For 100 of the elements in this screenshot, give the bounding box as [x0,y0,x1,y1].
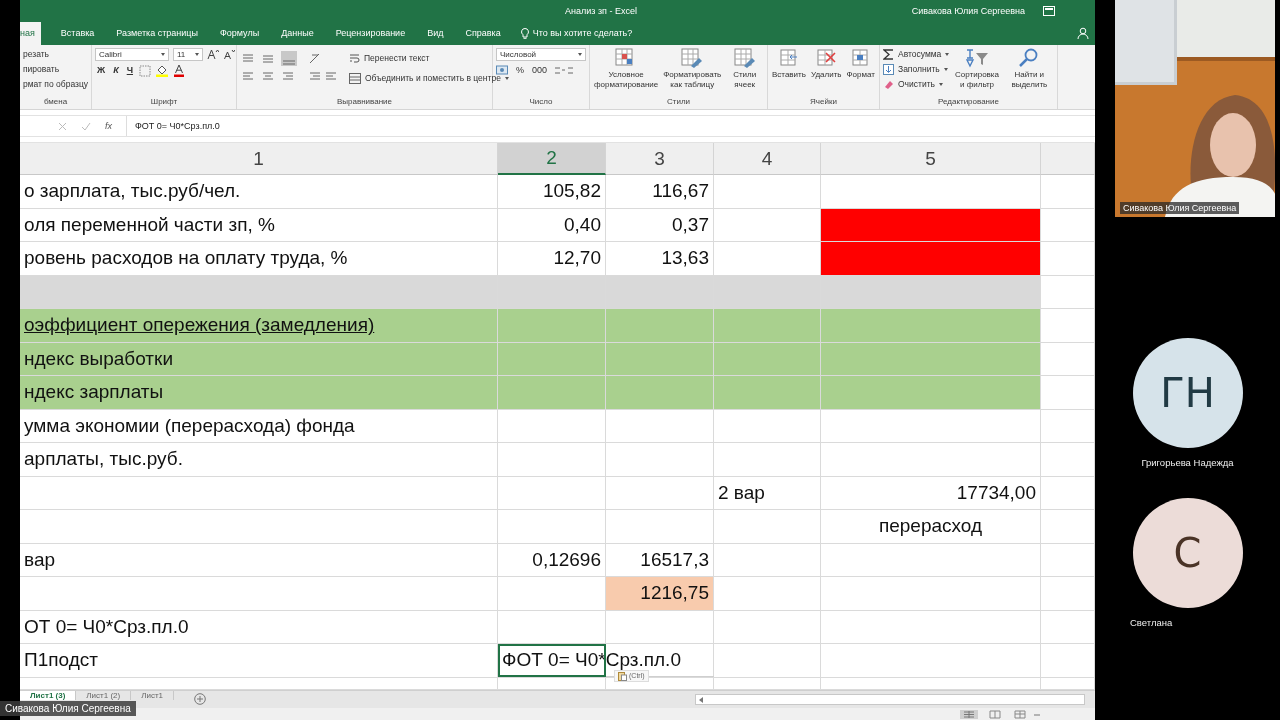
editing-command[interactable]: Очистить [898,78,943,90]
group-label: Выравнивание [336,96,393,108]
table-cell[interactable]: ндекс выработки [20,342,498,376]
clipboard-command[interactable]: резать [23,48,89,60]
sort-filter-icon[interactable] [965,48,989,68]
table-cell[interactable]: о зарплата, тыс.руб/чел. [20,175,498,209]
table-cell[interactable]: 0,40 [498,208,606,242]
cancel-icon[interactable] [58,121,67,131]
table-cell[interactable]: 1216,75 [606,577,714,611]
table-cell[interactable]: 0,12696 [498,543,606,577]
table-cell[interactable]: 105,82 [498,175,606,209]
user-name: Сивакова Юлия Сергеевна [911,6,1025,16]
table-cell[interactable]: 2 вар [714,476,821,510]
format-button[interactable]: Ч [124,64,135,77]
enter-icon[interactable] [81,121,91,131]
table-cell[interactable]: перерасход [821,510,1041,544]
styles-button[interactable]: Условное форматирование [593,70,660,90]
avatar-initials: ГН [1160,370,1215,416]
table-cell[interactable]: арплаты, тыс.руб. [20,443,498,477]
avatar-initials: С [1173,530,1202,576]
grid-icon[interactable] [777,48,800,68]
sheet-tab[interactable]: Лист1 (3) [20,691,77,700]
fill-color-icon[interactable] [155,64,169,77]
group-label: Шрифт [150,96,178,108]
down-arrow-icon[interactable] [883,63,894,75]
ribbon-tab[interactable]: ная [20,22,41,45]
sigma-icon[interactable] [883,48,894,60]
wrap-text-icon[interactable] [349,52,360,64]
table-cell[interactable]: 17734,00 [821,476,1041,510]
grow-font-icon[interactable] [207,49,219,60]
table-cell[interactable]: ОТ 0= Ч0*Срз.пл.0 [20,610,498,644]
lightbulb-icon[interactable] [520,28,529,39]
group-label: Число [529,96,553,108]
sheet-tab[interactable]: Лист1 [131,691,175,700]
clipboard-command[interactable]: рмат по образцу [23,78,89,90]
table-cell[interactable]: 13,63 [606,242,714,276]
font-color-icon[interactable] [173,64,185,77]
table-cell[interactable]: вар [20,543,498,577]
presenter-name-tag: Сивакова Юлия Сергеевна [0,701,136,716]
font-name-dropdown[interactable]: Calibri [95,48,169,61]
ribbon-tab[interactable]: Вставка [58,27,97,45]
cells-button[interactable]: Формат [845,70,876,80]
horizontal-scrollbar[interactable] [695,694,1085,705]
group-label: Редактирование [938,96,999,108]
clipboard-command[interactable]: пировать [23,63,89,75]
ribbon-tab[interactable]: Вид [425,27,446,45]
clipboard-icon [618,671,627,681]
view-buttons-icon[interactable] [960,709,1040,719]
column-header[interactable]: 4 [714,143,821,175]
eraser-icon[interactable] [883,78,894,90]
merge-cells-icon[interactable] [349,72,361,84]
editing-button[interactable]: Найти и выделить [1004,70,1054,90]
table-cell[interactable]: оля переменной части зп, % [20,208,498,242]
add-sheet-icon[interactable] [194,693,207,705]
editing-button[interactable]: Сортировка и фильтр [952,70,1002,90]
wrap-text-button[interactable]: Перенести текст [364,52,430,64]
ribbon-tab[interactable]: Справка [463,27,503,45]
editing-command[interactable]: Заполнить [898,63,948,75]
table-cell[interactable]: умма экономии (перерасхода) фонда [20,409,498,443]
number-format-button[interactable]: % [514,64,526,77]
table-cell[interactable]: 0,37 [606,208,714,242]
cells-button[interactable]: Вставить [771,70,807,80]
currency-icon[interactable] [496,65,510,76]
participant-name: Светлана [1130,617,1173,628]
person-icon[interactable] [1077,27,1089,39]
table-cell[interactable]: ровень расходов на оплату труда, % [20,242,498,276]
table-icon[interactable] [733,48,756,68]
formula-input[interactable]: ФОТ 0= Ч0*Срз.пл.0 [126,116,220,136]
cells-button[interactable]: Удалить [809,70,843,80]
insert-function-button[interactable]: fx [105,121,112,131]
shrink-font-icon[interactable] [223,49,235,60]
sheet-tab[interactable]: Лист1 (2) [76,691,132,700]
grid-icon[interactable] [815,48,838,68]
editing-command[interactable]: Автосумма [898,48,950,60]
ribbon-tab[interactable]: Разметка страницы [114,27,200,45]
ribbon-tab[interactable]: Рецензирование [333,27,408,45]
table-cell[interactable]: ндекс зарплаты [20,376,498,410]
column-header[interactable]: 3 [606,143,714,175]
ribbon-tab[interactable]: Формулы [217,27,262,45]
table-cell[interactable]: 12,70 [498,242,606,276]
left-arrow-icon[interactable] [698,695,704,704]
table-cell[interactable]: П1подст [20,644,498,678]
column-header[interactable]: 5 [821,143,1041,175]
styles-button[interactable]: Стили ячеек [725,70,764,90]
number-format-dropdown[interactable]: Числовой [496,48,586,61]
number-format-button[interactable]: 000 [530,64,550,77]
font-size-dropdown[interactable]: 11 [173,48,203,61]
table-icon[interactable] [681,48,704,68]
group-label: Ячейки [810,96,837,108]
column-header[interactable]: 1 [20,143,498,175]
format-button[interactable]: К [111,64,121,77]
format-button[interactable]: Ж [95,64,108,77]
ribbon-display-icon[interactable] [1043,6,1055,16]
table-cell[interactable]: оэффициент опережения (замедления) [20,309,498,343]
table-cell[interactable]: 116,67 [606,175,714,209]
styles-button[interactable]: Форматировать как таблицу [662,70,723,90]
group-label: Стили [666,96,690,108]
ribbon-tab[interactable]: Данные [279,27,316,45]
column-header[interactable]: 2 [498,143,606,175]
tell-me-search[interactable]: Что вы хотите сделать? [532,27,633,45]
